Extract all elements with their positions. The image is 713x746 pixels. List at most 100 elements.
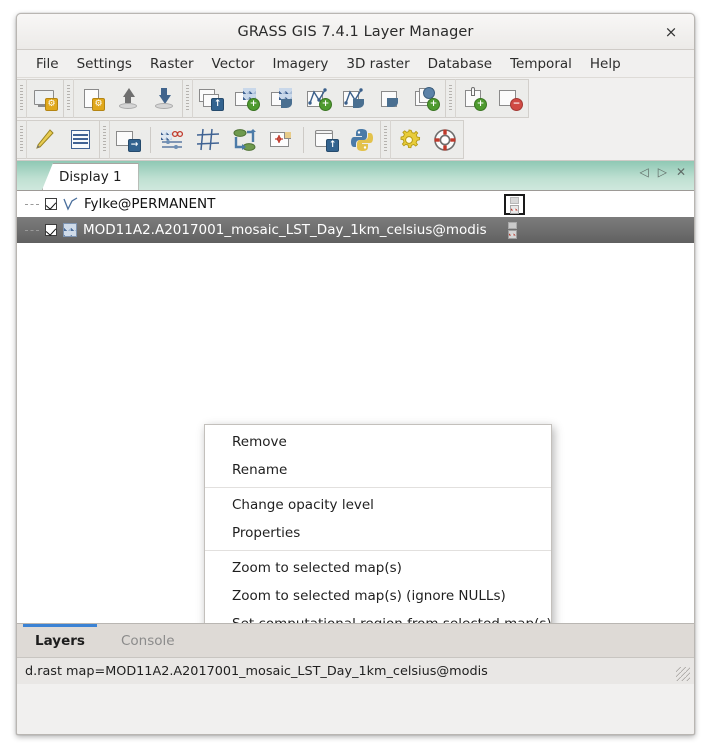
close-icon[interactable]: × [660,14,682,49]
add-raster-layer-icon[interactable]: + [229,80,265,117]
menu-database[interactable]: Database [419,53,501,75]
add-various-vector-layers-icon[interactable] [337,80,373,117]
menu-settings[interactable]: Settings [68,53,141,75]
menu-separator [205,550,551,551]
vector-layer-icon [63,197,79,211]
tab-console[interactable]: Console [103,624,193,657]
toolbar-group-edit [17,120,100,159]
layer-visibility-checkbox[interactable] [45,224,57,236]
add-vector-layer-icon[interactable]: + [301,80,337,117]
toolbar-separator [303,126,304,153]
tree-line [25,204,39,205]
menu-vector[interactable]: Vector [203,53,264,75]
toolbar-grip[interactable] [446,79,456,118]
layer-name: Fylke@PERMANENT [84,196,216,212]
layer-manager-window: GRASS GIS 7.4.1 Layer Manager × File Sett… [16,13,695,735]
display-tab-label: Display 1 [59,169,122,185]
layer-context-menu[interactable]: Remove Rename Change opacity level Properti… [204,424,552,623]
toolbar-primary: ⚙ ⚙ ↑ + + + + − [17,78,694,119]
menu-item-set-computational-region-from-selected-map-s[interactable]: Set computational region from selected m… [205,610,552,623]
menubar: File Settings Raster Vector Imagery 3D raster… [17,50,694,78]
menu-item-zoom-to-selected-map-s-ignore-nulls[interactable]: Zoom to selected map(s) (ignore NULLs) [205,582,551,610]
menu-item-properties[interactable]: Properties [205,519,551,547]
toolbar-group-tools: → ↑ [100,120,381,159]
layer-tree-panel[interactable]: Fylke@PERMANENT MOD11A2.A2017001_mosaic_… [17,190,694,623]
table-row[interactable]: MOD11A2.A2017001_mosaic_LST_Day_1km_cels… [17,217,694,243]
menu-item-zoom-to-selected-map-s[interactable]: Zoom to selected map(s) [205,554,551,582]
toolbar-group-elements: + − [446,79,529,118]
toolbar-grip[interactable] [381,120,391,159]
display-tabbar-controls: ◁ ▷ ✕ [639,166,686,178]
toolbar-filler [529,78,694,119]
scroll-right-icon[interactable]: ▷ [658,166,667,178]
layer-visibility-checkbox[interactable] [45,198,57,210]
toolbar-group-display: ⚙ [17,79,64,118]
menu-3d-raster[interactable]: 3D raster [337,53,418,75]
scroll-left-icon[interactable]: ◁ [639,166,648,178]
menu-item-remove[interactable]: Remove [205,428,551,456]
start-new-map-display-icon[interactable]: ⚙ [27,80,63,117]
raster-layer-icon [63,223,77,237]
menu-raster[interactable]: Raster [141,53,203,75]
tab-layers[interactable]: Layers [17,624,103,657]
import-data-icon[interactable]: → [110,121,146,158]
menu-item-change-opacity-level[interactable]: Change opacity level [205,491,551,519]
raster-map-calculator-icon[interactable] [155,121,191,158]
remove-layer-icon[interactable]: − [492,80,528,117]
menu-file[interactable]: File [27,53,68,75]
import-badge-icon: → [128,138,141,152]
add-rgb-layer-icon[interactable] [373,80,409,117]
add-badge-icon: + [319,97,332,111]
statusbar: d.rast map=MOD11A2.A2017001_mosaic_LST_D… [17,657,694,684]
screenshot-root: GRASS GIS 7.4.1 Layer Manager × File Sett… [0,0,713,746]
add-various-raster-layers-icon[interactable] [265,80,301,117]
titlebar: GRASS GIS 7.4.1 Layer Manager × [17,14,694,50]
python-script-icon[interactable]: ↑ [308,121,344,158]
edit-vector-maps-icon[interactable] [27,121,63,158]
help-lifebuoy-icon[interactable] [427,121,463,158]
menu-imagery[interactable]: Imagery [264,53,338,75]
toolbar-grip[interactable] [17,79,27,118]
attribute-table-icon[interactable] [63,121,99,158]
menu-item-rename[interactable]: Rename [205,456,551,484]
settings-gear-icon[interactable] [391,121,427,158]
close-display-icon[interactable]: ✕ [676,166,686,178]
toolbar-group-settings [381,120,464,159]
layer-opacity-indicator[interactable] [504,194,525,215]
toolbar-group-workspace: ⚙ [64,79,183,118]
python-shell-icon[interactable] [344,121,380,158]
toolbar-grip[interactable] [100,120,110,159]
toolbar-grip[interactable] [17,120,27,159]
create-new-workspace-icon[interactable]: ⚙ [74,80,110,117]
display-tab-1[interactable]: Display 1 [42,163,139,190]
menu-help[interactable]: Help [581,53,630,75]
add-badge-icon: + [247,97,260,111]
menu-temporal[interactable]: Temporal [501,53,581,75]
add-badge-icon: + [474,97,487,111]
gear-badge-icon: ⚙ [45,97,58,111]
tab-layers-label: Layers [35,632,85,649]
toolbar-grip[interactable] [183,79,193,118]
add-badge-icon: + [427,97,440,111]
menu-separator [205,487,551,488]
toolbar-secondary: → ↑ [17,119,694,160]
graphical-modeler-icon[interactable] [227,121,263,158]
georectifier-icon[interactable] [191,121,227,158]
toolbar-separator [150,126,151,153]
add-group-icon[interactable]: + [409,80,445,117]
display-tabbar: Display 1 ◁ ▷ ✕ [17,160,694,190]
open-workspace-icon[interactable] [110,80,146,117]
statusbar-text: d.rast map=MOD11A2.A2017001_mosaic_LST_D… [25,663,488,679]
window-title: GRASS GIS 7.4.1 Layer Manager [237,23,474,40]
resize-grip[interactable] [676,667,690,681]
tab-console-label: Console [120,632,175,649]
import-raster-data-icon[interactable]: ↑ [193,80,229,117]
table-row[interactable]: Fylke@PERMANENT [17,191,694,217]
bottom-tabbar: Layers Console [17,623,694,657]
layer-opacity-indicator[interactable] [504,221,525,242]
toolbar-grip[interactable] [64,79,74,118]
save-workspace-icon[interactable] [146,80,182,117]
toolbar-group-layers: ↑ + + + [183,79,446,118]
add-legend-icon[interactable]: + [456,80,492,117]
cartographic-composer-icon[interactable] [263,121,299,158]
